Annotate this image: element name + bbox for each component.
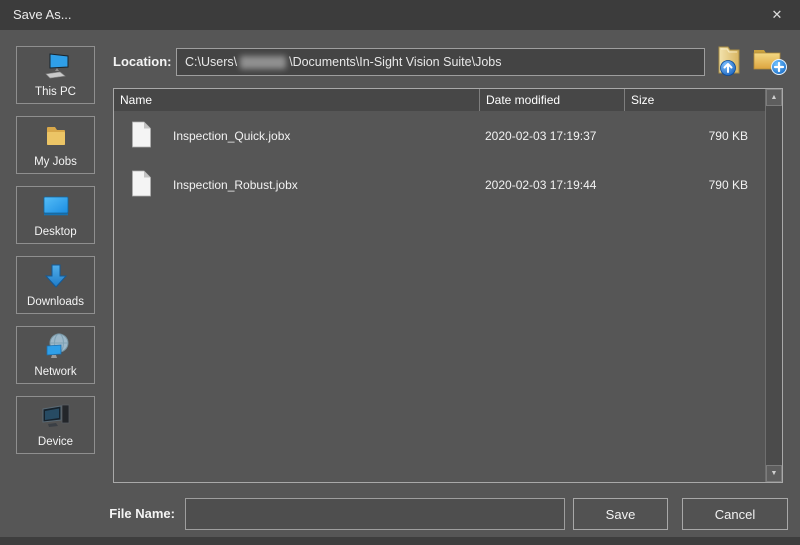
window-title: Save As... bbox=[13, 0, 72, 30]
titlebar[interactable]: Save As... ✕ bbox=[0, 0, 800, 30]
close-icon[interactable]: ✕ bbox=[754, 0, 800, 30]
file-name-input[interactable] bbox=[185, 498, 565, 530]
cancel-button[interactable]: Cancel bbox=[682, 498, 788, 530]
file-name: Inspection_Quick.jobx bbox=[173, 129, 290, 143]
window-bottom-edge bbox=[0, 537, 800, 545]
sidebar-label: My Jobs bbox=[34, 155, 77, 169]
sidebar-item-this-pc[interactable]: This PC bbox=[16, 46, 95, 104]
sidebar-label: This PC bbox=[35, 85, 76, 99]
location-input[interactable]: C:\Users\ \Documents\In-Sight Vision Suit… bbox=[176, 48, 705, 76]
device-monitor-icon bbox=[17, 397, 94, 435]
sidebar-item-device[interactable]: Device bbox=[16, 396, 95, 454]
file-list-rows: Inspection_Quick.jobx 2020-02-03 17:19:3… bbox=[114, 111, 765, 482]
file-row[interactable]: Inspection_Quick.jobx 2020-02-03 17:19:3… bbox=[114, 111, 765, 160]
sidebar-item-downloads[interactable]: Downloads bbox=[16, 256, 95, 314]
redacted-username bbox=[240, 56, 286, 69]
file-icon bbox=[131, 170, 152, 200]
file-name-label: File Name: bbox=[40, 506, 175, 521]
file-row[interactable]: Inspection_Robust.jobx 2020-02-03 17:19:… bbox=[114, 160, 765, 209]
file-list-content: Name Date modified Size Inspection_Quick… bbox=[114, 89, 765, 482]
sidebar-item-desktop[interactable]: Desktop bbox=[16, 186, 95, 244]
new-folder-button[interactable] bbox=[750, 44, 788, 78]
column-header-size[interactable]: Size bbox=[624, 89, 765, 111]
sidebar-label: Desktop bbox=[34, 225, 76, 239]
file-name-cell: Inspection_Robust.jobx bbox=[114, 170, 479, 200]
scroll-down-icon[interactable]: ▼ bbox=[766, 465, 782, 482]
folder-icon bbox=[17, 117, 94, 155]
new-folder-icon bbox=[751, 44, 787, 79]
this-pc-icon bbox=[17, 47, 94, 85]
file-size-cell: 790 KB bbox=[624, 178, 765, 192]
up-one-level-button[interactable] bbox=[710, 44, 748, 78]
file-name: Inspection_Robust.jobx bbox=[173, 178, 298, 192]
file-date-cell: 2020-02-03 17:19:44 bbox=[479, 178, 624, 192]
scroll-up-icon[interactable]: ▲ bbox=[766, 89, 782, 106]
file-list-panel: Name Date modified Size Inspection_Quick… bbox=[113, 88, 783, 483]
sidebar-label: Network bbox=[34, 365, 76, 379]
file-size-cell: 790 KB bbox=[624, 129, 765, 143]
save-button[interactable]: Save bbox=[573, 498, 668, 530]
sidebar-item-network[interactable]: Network bbox=[16, 326, 95, 384]
desktop-icon bbox=[17, 187, 94, 225]
column-header-name[interactable]: Name bbox=[114, 89, 479, 111]
file-date-cell: 2020-02-03 17:19:37 bbox=[479, 129, 624, 143]
file-icon bbox=[131, 121, 152, 151]
file-list-header: Name Date modified Size bbox=[114, 89, 765, 111]
sidebar-item-my-jobs[interactable]: My Jobs bbox=[16, 116, 95, 174]
save-as-dialog: Save As... ✕ This PC My Jobs bbox=[0, 0, 800, 545]
file-name-cell: Inspection_Quick.jobx bbox=[114, 121, 479, 151]
download-arrow-icon bbox=[17, 257, 94, 295]
sidebar-label: Downloads bbox=[27, 295, 84, 309]
network-globe-icon bbox=[17, 327, 94, 365]
column-header-date-modified[interactable]: Date modified bbox=[479, 89, 624, 111]
vertical-scrollbar[interactable]: ▲ ▼ bbox=[765, 89, 782, 482]
sidebar-label: Device bbox=[38, 435, 73, 449]
location-label: Location: bbox=[113, 54, 172, 69]
location-path-suffix: \Documents\In-Sight Vision Suite\Jobs bbox=[289, 55, 501, 69]
folder-up-icon bbox=[713, 43, 745, 80]
location-path-prefix: C:\Users\ bbox=[185, 55, 237, 69]
